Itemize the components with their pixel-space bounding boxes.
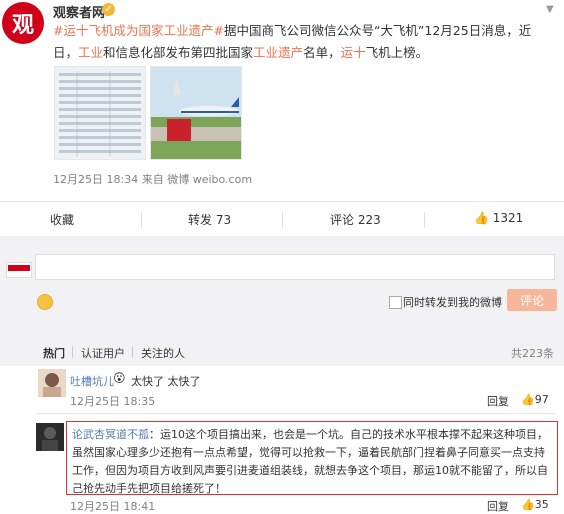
keyword-link[interactable]: 运十: [341, 45, 366, 60]
comment-button[interactable]: 评论 223: [330, 211, 381, 228]
commenter-name[interactable]: 吐槽坑儿: [70, 373, 114, 389]
my-avatar[interactable]: [6, 262, 32, 278]
thumbs-up-icon: 👍: [521, 498, 535, 511]
post-source[interactable]: 微博 weibo.com: [167, 173, 252, 186]
comment-tabs: 热门 认证用户 关注的人 共223条: [0, 336, 564, 366]
emoji-icon[interactable]: [37, 294, 53, 310]
post-image-document[interactable]: [54, 66, 146, 160]
comment-like-button[interactable]: 👍97: [521, 393, 549, 406]
author-name[interactable]: 观察者网: [53, 2, 105, 21]
chevron-down-icon[interactable]: ▼: [546, 4, 556, 15]
verified-badge-icon: ✓: [102, 3, 115, 16]
comment-input[interactable]: [35, 254, 555, 280]
commenter-name[interactable]: 论武杏冥道不孤: [72, 428, 149, 441]
thumbs-up-icon: 👍: [474, 211, 489, 225]
post-time[interactable]: 12月25日 18:34: [53, 173, 138, 186]
post-image-airplane[interactable]: [150, 66, 242, 160]
repost-checkbox[interactable]: [389, 296, 402, 309]
comment-count: 共223条: [511, 347, 554, 360]
keyword-link[interactable]: 工业遗产: [253, 45, 303, 60]
repost-button[interactable]: 转发 73: [188, 211, 231, 228]
comment-compose-area: [0, 236, 564, 336]
topic-link[interactable]: #运十飞机成为国家工业遗产#: [53, 23, 224, 38]
comment-like-button[interactable]: 👍35: [521, 498, 549, 511]
comment-text: 太快了 太快了: [131, 375, 201, 388]
post-content: #运十飞机成为国家工业遗产#据中国商飞公司微信公众号“大飞机”12月25日消息，…: [53, 23, 532, 60]
tab-following[interactable]: 关注的人: [141, 345, 185, 361]
comment-time[interactable]: 12月25日 18:35: [70, 393, 155, 409]
like-button[interactable]: 👍 1321: [474, 211, 523, 225]
commenter-avatar[interactable]: [36, 423, 64, 451]
favorite-button[interactable]: 收藏: [50, 211, 74, 228]
action-bar: 收藏 转发 73 评论 223 👍 1321: [0, 201, 564, 237]
airplane-photo: [151, 67, 241, 159]
tab-hot[interactable]: 热门: [43, 345, 65, 361]
document-table-image: [55, 67, 145, 159]
reply-button[interactable]: 回复: [487, 393, 509, 409]
thumbs-up-icon: 👍: [521, 393, 535, 406]
tab-verified[interactable]: 认证用户: [81, 345, 125, 361]
keyword-link[interactable]: 工业: [78, 45, 103, 60]
fan-badge-icon: 😮: [113, 371, 126, 385]
author-avatar[interactable]: 观: [2, 2, 44, 44]
submit-comment-button[interactable]: 评论: [507, 289, 557, 311]
repost-checkbox-label[interactable]: 同时转发到我的微博: [403, 294, 502, 310]
commenter-avatar[interactable]: [38, 369, 66, 397]
comment-body: 论武杏冥道不孤：运10这个项目搞出来，也会是一个坑。自己的技术水平根本撑不起来这…: [72, 426, 554, 498]
post-meta: 12月25日 18:34 来自 微博 weibo.com: [53, 173, 253, 186]
